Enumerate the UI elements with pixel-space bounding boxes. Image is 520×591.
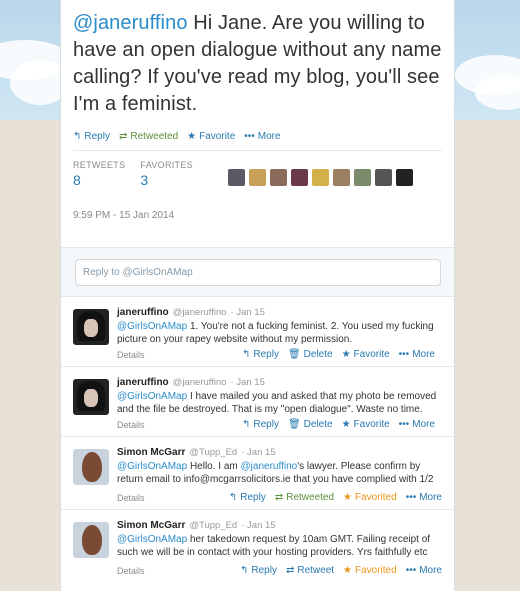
favorited-button[interactable]: ★ Favorited — [343, 492, 397, 503]
mention-link[interactable]: @GirlsOnAMap — [117, 534, 187, 545]
details-link[interactable]: Details — [117, 350, 242, 360]
display-name[interactable]: Simon McGarr — [117, 520, 185, 531]
favorite-button[interactable]: ★ Favorite — [342, 419, 390, 430]
trash-icon: 🗑 — [287, 419, 301, 430]
avatar[interactable] — [73, 379, 109, 415]
mention-link[interactable]: @GirlsOnAMap — [117, 391, 187, 402]
reply-tweet: Simon McGarr @Tupp_Ed · Jan 15 @GirlsOnA… — [61, 510, 454, 582]
reply-button[interactable]: ↰ Reply — [73, 131, 110, 142]
tweet-text: @GirlsOnAMap her takedown request by 10a… — [117, 534, 431, 558]
retweeted-button[interactable]: ⇄ Retweeted — [119, 131, 178, 142]
delete-button[interactable]: 🗑 Delete — [288, 349, 333, 360]
retweet-icon: ⇄ — [274, 492, 284, 503]
main-tweet-text: @janeruffino Hi Jane. Are you willing to… — [73, 12, 442, 115]
user-handle[interactable]: @janeruffino — [173, 377, 227, 388]
reply-button[interactable]: ↰ Reply — [229, 492, 266, 503]
retweeter-avatars — [227, 169, 413, 186]
reply-arrow-icon: ↰ — [73, 131, 82, 142]
reply-input[interactable]: Reply to @GirlsOnAMap — [75, 259, 441, 286]
favorited-button[interactable]: ★ Favorited — [343, 565, 397, 576]
retweet-icon: ⇄ — [285, 565, 295, 576]
star-icon: ★ — [343, 492, 352, 503]
tweet-stats: RETWEETS 8 FAVORITES 3 — [73, 150, 442, 188]
details-link[interactable]: Details — [117, 566, 240, 576]
favorites-stat[interactable]: FAVORITES 3 — [140, 160, 193, 188]
details-link[interactable]: Details — [117, 420, 242, 430]
user-handle[interactable]: @Tupp_Ed — [189, 520, 237, 531]
delete-button[interactable]: 🗑 Delete — [288, 419, 333, 430]
avatar[interactable] — [227, 169, 245, 186]
avatar[interactable] — [353, 169, 371, 186]
ellipsis-icon: ••• — [405, 565, 417, 576]
avatar[interactable] — [332, 169, 350, 186]
star-icon: ★ — [341, 419, 351, 430]
display-name[interactable]: janeruffino — [117, 307, 169, 318]
reply-tweet: janeruffino @janeruffino · Jan 15 @Girls… — [61, 367, 454, 437]
avatar[interactable] — [73, 522, 109, 558]
avatar[interactable] — [395, 169, 413, 186]
avatar[interactable] — [73, 449, 109, 485]
user-handle[interactable]: @janeruffino — [173, 307, 227, 318]
main-tweet: @janeruffino Hi Jane. Are you willing to… — [61, 0, 454, 247]
reply-arrow-icon: ↰ — [242, 349, 251, 360]
more-button[interactable]: ••• More — [244, 131, 280, 142]
trash-icon: 🗑 — [287, 349, 301, 360]
tweet-detail-card: @janeruffino Hi Jane. Are you willing to… — [60, 0, 455, 591]
favorite-button[interactable]: ★ Favorite — [342, 349, 390, 360]
ellipsis-icon: ••• — [398, 419, 410, 430]
mention-link[interactable]: @GirlsOnAMap — [117, 321, 187, 332]
tweet-text: @GirlsOnAMap Hello. I am @janeruffino's … — [117, 461, 434, 485]
avatar[interactable] — [73, 309, 109, 345]
tweet-text: @GirlsOnAMap I have mailed you and asked… — [117, 391, 437, 415]
more-button[interactable]: ••• More — [399, 349, 435, 360]
ellipsis-icon: ••• — [398, 349, 410, 360]
tweet-timestamp[interactable]: 9:59 PM - 15 Jan 2014 — [73, 210, 442, 247]
mention-link[interactable]: @GirlsOnAMap — [117, 461, 187, 472]
reply-composer: Reply to @GirlsOnAMap — [61, 247, 454, 297]
star-icon: ★ — [343, 565, 352, 576]
retweets-stat[interactable]: RETWEETS 8 — [73, 160, 125, 188]
reply-button[interactable]: ↰ Reply — [242, 349, 279, 360]
tweet-date[interactable]: · Jan 15 — [241, 520, 275, 531]
avatar[interactable] — [311, 169, 329, 186]
ellipsis-icon: ••• — [244, 131, 255, 142]
mention-link[interactable]: @janeruffino — [241, 461, 298, 472]
display-name[interactable]: Simon McGarr — [117, 447, 185, 458]
main-tweet-actions: ↰ Reply ⇄ Retweeted ★ Favorite ••• More — [73, 131, 442, 142]
display-name[interactable]: janeruffino — [117, 377, 169, 388]
mention-link[interactable]: @janeruffino — [73, 12, 188, 34]
reply-tweet: Simon McGarr @Tupp_Ed · Jan 15 @GirlsOnA… — [61, 437, 454, 510]
star-icon: ★ — [341, 349, 351, 360]
avatar[interactable] — [290, 169, 308, 186]
avatar[interactable] — [248, 169, 266, 186]
reply-button[interactable]: ↰ Reply — [242, 419, 279, 430]
favorite-button[interactable]: ★ Favorite — [187, 131, 235, 142]
more-button[interactable]: ••• More — [406, 492, 442, 503]
avatar[interactable] — [269, 169, 287, 186]
retweet-icon: ⇄ — [118, 131, 128, 142]
reply-tweet: janeruffino @janeruffino · Jan 15 @Girls… — [61, 297, 454, 367]
more-button[interactable]: ••• More — [399, 419, 435, 430]
reply-arrow-icon: ↰ — [242, 419, 251, 430]
tweet-date[interactable]: · Jan 15 — [231, 377, 265, 388]
retweet-button[interactable]: ⇄ Retweet — [286, 565, 334, 576]
reply-arrow-icon: ↰ — [239, 565, 249, 576]
details-link[interactable]: Details — [117, 493, 229, 503]
tweet-text: @GirlsOnAMap 1. You're not a fucking fem… — [117, 321, 434, 345]
star-icon: ★ — [187, 131, 197, 142]
reply-button[interactable]: ↰ Reply — [240, 565, 277, 576]
tweet-date[interactable]: · Jan 15 — [241, 447, 275, 458]
user-handle[interactable]: @Tupp_Ed — [189, 447, 237, 458]
ellipsis-icon: ••• — [405, 492, 417, 503]
retweeted-button[interactable]: ⇄ Retweeted — [275, 492, 334, 503]
avatar[interactable] — [374, 169, 392, 186]
reply-arrow-icon: ↰ — [228, 492, 238, 503]
more-button[interactable]: ••• More — [406, 565, 442, 576]
tweet-date[interactable]: · Jan 15 — [231, 307, 265, 318]
